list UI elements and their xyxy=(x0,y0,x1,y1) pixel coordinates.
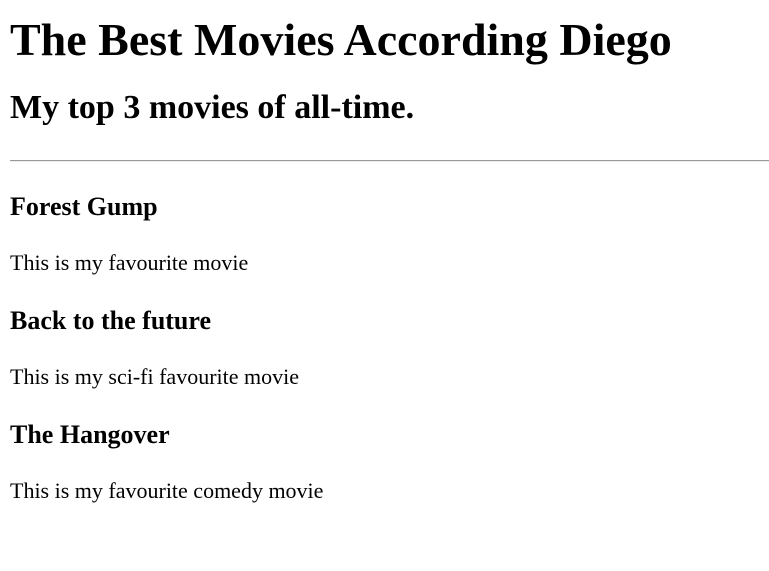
movie-item-the-hangover: The Hangover This is my favourite comedy… xyxy=(10,420,769,504)
movie-description: This is my favourite comedy movie xyxy=(10,478,324,503)
page-title: The Best Movies According Diego xyxy=(10,14,672,65)
divider xyxy=(10,160,769,162)
movie-title: Forest Gump xyxy=(10,192,158,221)
movie-title: The Hangover xyxy=(10,420,170,449)
movie-title: Back to the future xyxy=(10,306,212,335)
page-subtitle: My top 3 movies of all-time. xyxy=(10,89,415,126)
movie-item-forest-gump: Forest Gump This is my favourite movie xyxy=(10,192,769,276)
movie-item-back-to-the-future: Back to the future This is my sci-fi fav… xyxy=(10,306,769,390)
movie-description: This is my sci-fi favourite movie xyxy=(10,364,299,389)
movie-description: This is my favourite movie xyxy=(10,250,249,275)
